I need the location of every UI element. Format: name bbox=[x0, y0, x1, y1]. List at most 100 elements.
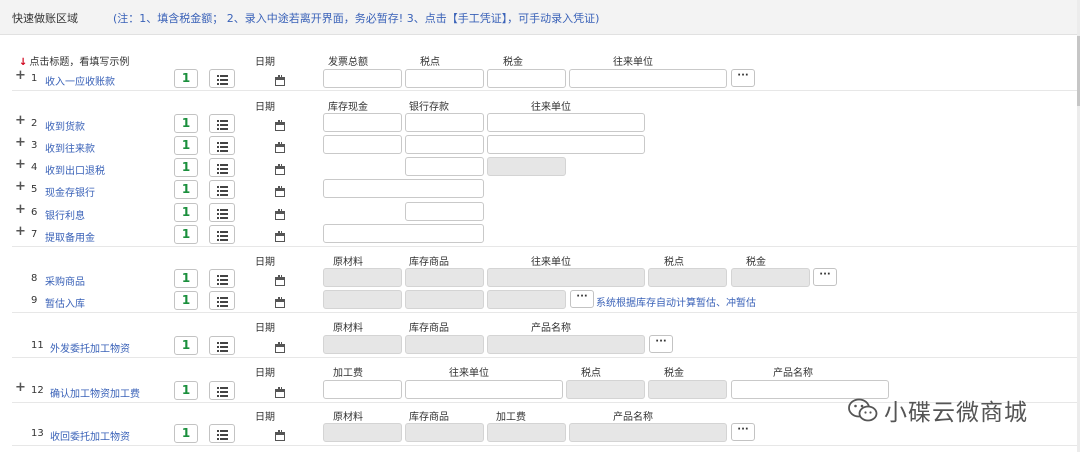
counterparty-input[interactable] bbox=[569, 69, 727, 88]
calendar-icon[interactable] bbox=[275, 75, 285, 86]
list-button[interactable] bbox=[209, 114, 235, 133]
row-label-5[interactable]: 现金存银行 bbox=[45, 184, 95, 199]
count-button[interactable]: 1 bbox=[174, 291, 198, 310]
more-button[interactable]: ··· bbox=[570, 290, 594, 308]
tax-rate-input[interactable] bbox=[405, 69, 484, 88]
bank-deposit-input[interactable] bbox=[405, 113, 484, 132]
more-button[interactable]: ··· bbox=[813, 268, 837, 286]
list-button[interactable] bbox=[209, 136, 235, 155]
cash-input[interactable] bbox=[323, 113, 402, 132]
divider bbox=[12, 246, 1077, 247]
hint-text: 点击标题，看填写示例 bbox=[29, 57, 130, 68]
list-button[interactable] bbox=[209, 336, 235, 355]
row-label-7[interactable]: 提取备用金 bbox=[45, 229, 95, 244]
more-button[interactable]: ··· bbox=[731, 69, 755, 87]
count-button[interactable]: 1 bbox=[174, 203, 198, 222]
col-raw-materials: 原材料 bbox=[333, 412, 363, 423]
row-label-4[interactable]: 收到出口退税 bbox=[45, 162, 105, 177]
calendar-icon[interactable] bbox=[275, 430, 285, 441]
list-button[interactable] bbox=[209, 180, 235, 199]
bank-deposit-input[interactable] bbox=[405, 157, 484, 176]
list-button[interactable] bbox=[209, 225, 235, 244]
list-button[interactable] bbox=[209, 381, 235, 400]
col-tax-rate: 税点 bbox=[664, 257, 684, 268]
count-button[interactable]: 1 bbox=[174, 269, 198, 288]
expand-icon[interactable]: + bbox=[15, 136, 26, 149]
list-button[interactable] bbox=[209, 291, 235, 310]
estimate-note: 系统根据库存自动计算暂估、冲暂估 bbox=[596, 298, 756, 309]
row-label-6[interactable]: 银行利息 bbox=[45, 207, 85, 222]
bank-deposit-input[interactable] bbox=[405, 135, 484, 154]
expand-icon[interactable]: + bbox=[15, 69, 26, 82]
row-number: 5 bbox=[31, 184, 38, 195]
row-label-12[interactable]: 确认加工物资加工费 bbox=[50, 385, 140, 400]
row-label-11[interactable]: 外发委托加工物资 bbox=[50, 340, 130, 355]
calendar-icon[interactable] bbox=[275, 142, 285, 153]
col-counterparty: 往来单位 bbox=[613, 57, 653, 68]
list-button[interactable] bbox=[209, 69, 235, 88]
count-button[interactable]: 1 bbox=[174, 424, 198, 443]
tax-rate-input bbox=[566, 380, 645, 399]
col-tax-rate: 税点 bbox=[581, 368, 601, 379]
col-processing-fee: 加工费 bbox=[333, 368, 363, 379]
col-counterparty: 往来单位 bbox=[531, 257, 571, 268]
inventory-goods-input bbox=[405, 423, 484, 442]
tax-amount-input[interactable] bbox=[487, 69, 566, 88]
calendar-icon[interactable] bbox=[275, 231, 285, 242]
count-button[interactable]: 1 bbox=[174, 158, 198, 177]
inventory-goods-input bbox=[405, 290, 484, 309]
count-button[interactable]: 1 bbox=[174, 225, 198, 244]
expand-icon[interactable]: + bbox=[15, 114, 26, 127]
row-label-3[interactable]: 收到往来款 bbox=[45, 140, 95, 155]
tax-amount-input bbox=[731, 268, 810, 287]
more-button[interactable]: ··· bbox=[649, 335, 673, 353]
list-button[interactable] bbox=[209, 158, 235, 177]
col-date: 日期 bbox=[255, 323, 275, 334]
calendar-icon[interactable] bbox=[275, 275, 285, 286]
raw-materials-input bbox=[323, 290, 402, 309]
expand-icon[interactable]: + bbox=[15, 158, 26, 171]
invoice-total-input[interactable] bbox=[323, 69, 402, 88]
more-button[interactable]: ··· bbox=[731, 423, 755, 441]
amount-input[interactable] bbox=[323, 224, 484, 243]
expand-icon[interactable]: + bbox=[15, 381, 26, 394]
count-button[interactable]: 1 bbox=[174, 136, 198, 155]
cash-input[interactable] bbox=[323, 135, 402, 154]
expand-icon[interactable]: + bbox=[15, 203, 26, 216]
tax-rate-input bbox=[648, 268, 727, 287]
calendar-icon[interactable] bbox=[275, 164, 285, 175]
counterparty-input[interactable] bbox=[487, 113, 645, 132]
count-button[interactable]: 1 bbox=[174, 336, 198, 355]
row-number: 12 bbox=[31, 385, 44, 396]
row-label-9[interactable]: 暂估入库 bbox=[45, 295, 85, 310]
calendar-icon[interactable] bbox=[275, 297, 285, 308]
calendar-icon[interactable] bbox=[275, 120, 285, 131]
count-button[interactable]: 1 bbox=[174, 114, 198, 133]
count-button[interactable]: 1 bbox=[174, 381, 198, 400]
counterparty-input[interactable] bbox=[405, 380, 563, 399]
row-label-13[interactable]: 收回委托加工物资 bbox=[50, 428, 130, 443]
row-label-2[interactable]: 收到货款 bbox=[45, 118, 85, 133]
processing-fee-input[interactable] bbox=[323, 380, 402, 399]
calendar-icon[interactable] bbox=[275, 387, 285, 398]
amount-input[interactable] bbox=[323, 179, 484, 198]
bank-deposit-input[interactable] bbox=[405, 202, 484, 221]
row-label-1[interactable]: 收入一应收账款 bbox=[45, 73, 115, 88]
count-button[interactable]: 1 bbox=[174, 69, 198, 88]
quick-entry-header: 快速做账区域 (注：1、填含税金额； 2、录入中途若离开界面，务必暂存! 3、点… bbox=[0, 0, 1077, 35]
counterparty-input[interactable] bbox=[487, 135, 645, 154]
row-number: 13 bbox=[31, 428, 44, 439]
expand-icon[interactable]: + bbox=[15, 180, 26, 193]
calendar-icon[interactable] bbox=[275, 186, 285, 197]
count-button[interactable]: 1 bbox=[174, 180, 198, 199]
col-inventory-goods: 库存商品 bbox=[409, 257, 449, 268]
list-button[interactable] bbox=[209, 269, 235, 288]
col-raw-materials: 原材料 bbox=[333, 257, 363, 268]
calendar-icon[interactable] bbox=[275, 209, 285, 220]
row-label-8[interactable]: 采购商品 bbox=[45, 273, 85, 288]
section-title: 快速做账区域 bbox=[12, 12, 78, 25]
calendar-icon[interactable] bbox=[275, 342, 285, 353]
list-button[interactable] bbox=[209, 203, 235, 222]
expand-icon[interactable]: + bbox=[15, 225, 26, 238]
list-button[interactable] bbox=[209, 424, 235, 443]
